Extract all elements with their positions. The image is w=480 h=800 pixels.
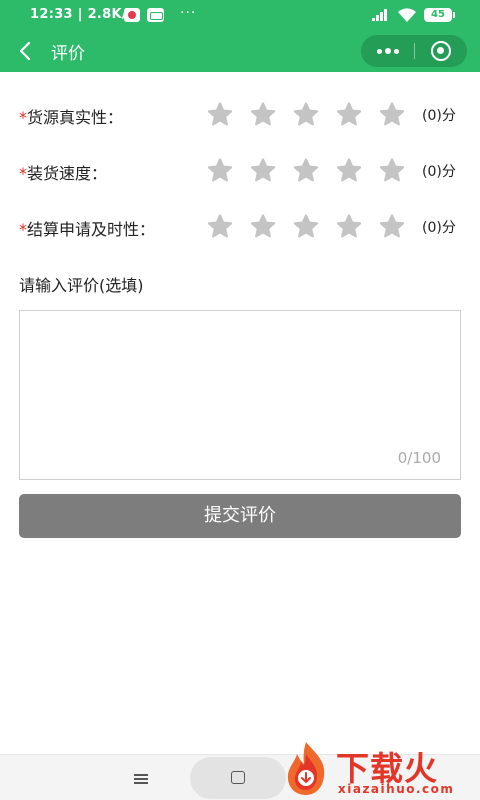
signal-icon (372, 9, 390, 21)
char-count: 0/100 (397, 449, 441, 467)
status-bar: 12:33 | 2.8K/s ··· 45 (0, 0, 480, 30)
rating-score: (0)分 (422, 220, 456, 236)
rating-label: *结算申请及时性： (19, 216, 155, 240)
miniprogram-capsule (361, 35, 467, 67)
wifi-icon (397, 7, 417, 23)
star-rating (206, 101, 406, 129)
star-icon[interactable] (378, 157, 406, 185)
submit-rating-button[interactable]: 提交评价 (19, 494, 461, 538)
rating-row-settlement-timeliness: *结算申请及时性： (0)分 (0, 210, 480, 244)
rating-label-text: 货源真实性： (27, 108, 124, 127)
watermark: 下载火 xiazaihuo.com (280, 738, 480, 800)
comment-label: 请输入评价(选填) (19, 276, 144, 295)
star-icon[interactable] (378, 213, 406, 241)
star-icon[interactable] (249, 157, 277, 185)
star-icon[interactable] (249, 101, 277, 129)
rating-score: (0)分 (422, 164, 456, 180)
star-icon[interactable] (206, 157, 234, 185)
rating-row-loading-speed: *装货速度： (0)分 (0, 154, 480, 188)
comment-textarea[interactable] (20, 311, 460, 441)
star-rating (206, 157, 406, 185)
rating-label-text: 装货速度： (27, 164, 108, 183)
star-icon[interactable] (206, 101, 234, 129)
required-mark: * (19, 108, 27, 127)
rating-label: *货源真实性： (19, 104, 123, 128)
page-title: 评价 (51, 44, 85, 64)
star-icon[interactable] (292, 101, 320, 129)
star-rating (206, 213, 406, 241)
target-circle-icon[interactable] (415, 35, 467, 67)
more-notifications-icon: ··· (180, 5, 197, 21)
rating-score: (0)分 (422, 108, 456, 124)
star-icon[interactable] (335, 157, 363, 185)
required-mark: * (19, 220, 27, 239)
rating-label-text: 结算申请及时性： (27, 220, 156, 239)
star-icon[interactable] (206, 213, 234, 241)
star-icon[interactable] (292, 213, 320, 241)
status-time: 12:33 | 2.8K/s (30, 7, 135, 22)
star-icon[interactable] (292, 157, 320, 185)
menu-icon[interactable] (126, 771, 156, 787)
comment-box: 0/100 (19, 310, 461, 480)
rating-label: *装货速度： (19, 160, 107, 184)
star-icon[interactable] (335, 101, 363, 129)
star-icon[interactable] (249, 213, 277, 241)
required-mark: * (19, 164, 27, 183)
notification-chat-icon (147, 8, 164, 22)
star-icon[interactable] (378, 101, 406, 129)
square-icon (231, 771, 245, 784)
watermark-en: xiazaihuo.com (338, 782, 455, 796)
back-button[interactable] (14, 37, 38, 65)
chevron-left-icon (19, 41, 31, 61)
notification-app-icon (124, 8, 140, 22)
rating-row-source-authenticity: *货源真实性： (0)分 (0, 98, 480, 132)
battery-icon: 45 (424, 8, 455, 22)
top-bar: 12:33 | 2.8K/s ··· 45 评价 (0, 0, 480, 72)
star-icon[interactable] (335, 213, 363, 241)
home-button[interactable] (190, 757, 286, 799)
header: 评价 (0, 30, 480, 72)
flame-logo-icon (287, 742, 325, 795)
more-dots-icon[interactable] (361, 35, 414, 67)
